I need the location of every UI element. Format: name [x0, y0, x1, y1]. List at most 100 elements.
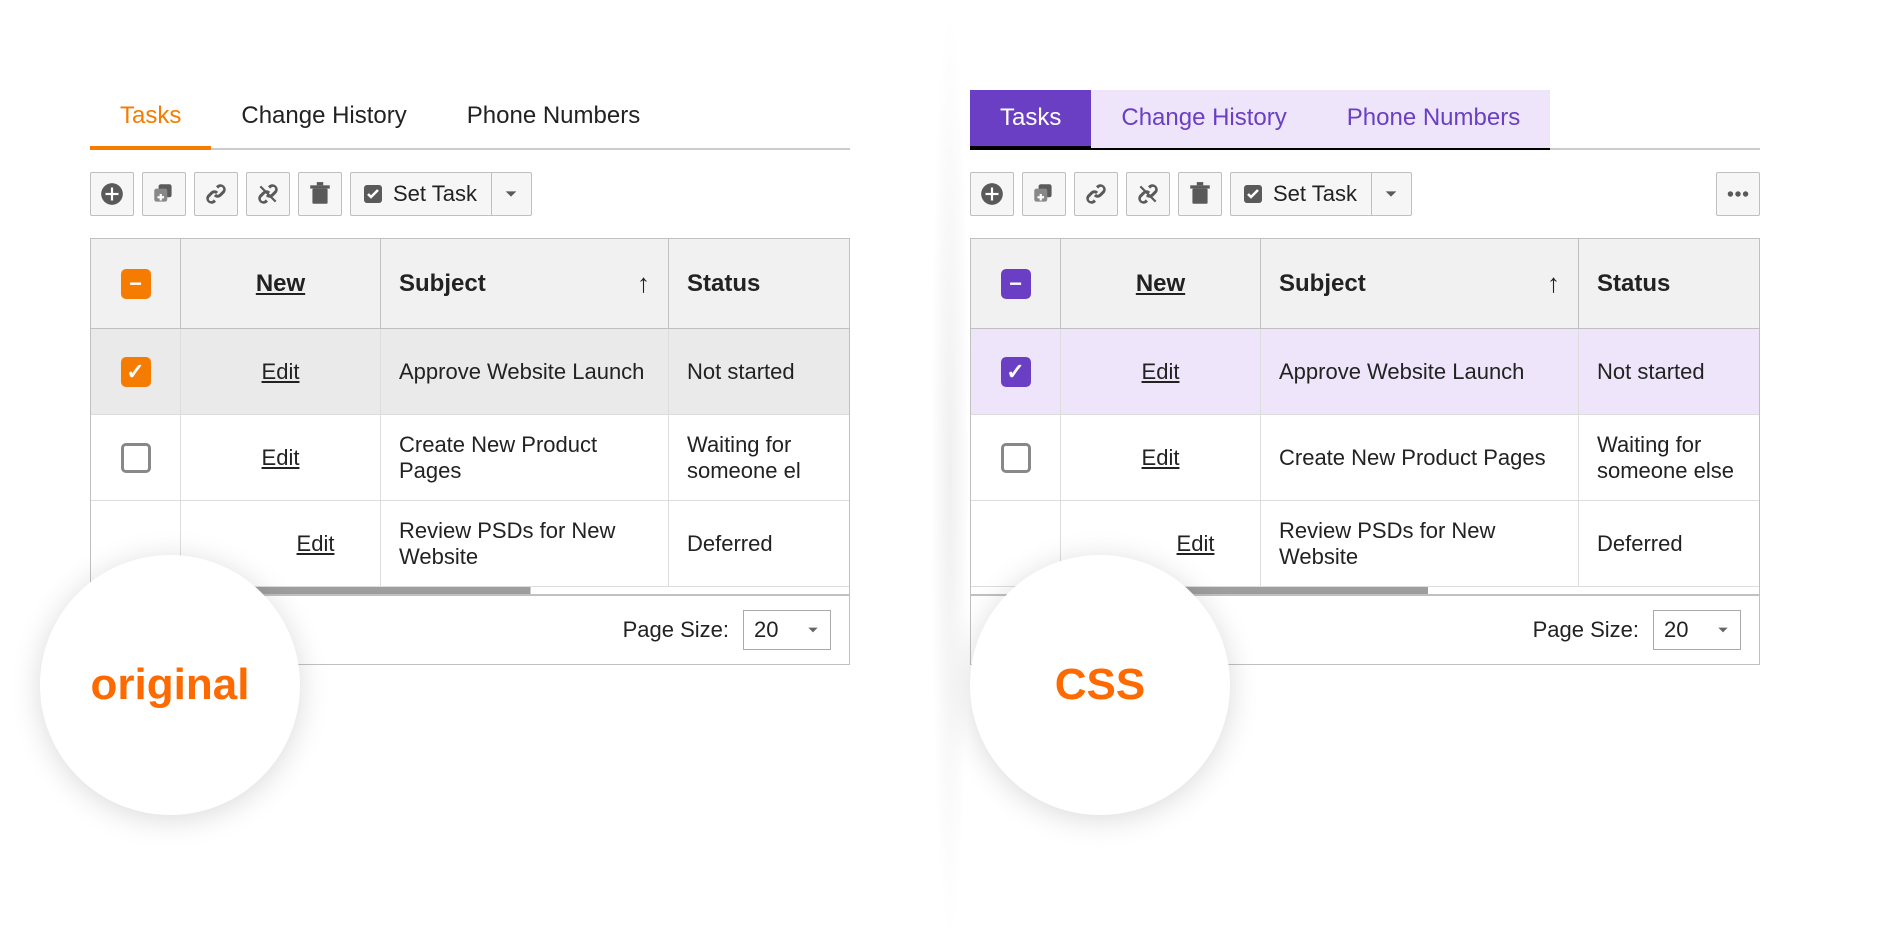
chevron-down-icon — [1383, 186, 1399, 202]
plus-circle-icon — [979, 181, 1005, 207]
set-task-button: Set Task — [1230, 172, 1412, 216]
header-action-cell[interactable]: New — [181, 239, 381, 329]
set-task-dropdown[interactable] — [491, 173, 531, 215]
unlink-icon — [255, 181, 281, 207]
edit-link[interactable]: Edit — [1142, 445, 1180, 471]
edit-link[interactable]: Edit — [297, 531, 335, 557]
delete-button[interactable] — [298, 172, 342, 216]
unlink-button[interactable] — [1126, 172, 1170, 216]
row-checkbox[interactable] — [121, 443, 151, 473]
new-link[interactable]: New — [256, 270, 305, 298]
select-all-checkbox[interactable]: − — [121, 269, 151, 299]
clone-button[interactable] — [1022, 172, 1066, 216]
header-checkbox-cell[interactable]: − — [971, 239, 1061, 329]
header-status-cell[interactable]: Status — [669, 239, 849, 329]
header-subject-cell[interactable]: Subject ↑ — [381, 239, 669, 329]
tab-label: Change History — [241, 102, 406, 129]
delete-button[interactable] — [1178, 172, 1222, 216]
tab-change-history[interactable]: Change History — [1091, 90, 1316, 150]
page-size-label: Page Size: — [1533, 617, 1639, 643]
cell-subject: Approve Website Launch — [1261, 329, 1579, 415]
tab-change-history[interactable]: Change History — [211, 90, 436, 148]
chevron-down-icon — [503, 186, 519, 202]
sort-asc-icon: ↑ — [1547, 268, 1560, 299]
table-row: ✓ Edit Approve Website Launch Not starte… — [971, 329, 1759, 415]
dots-icon — [1725, 181, 1751, 207]
check-icon: ✓ — [126, 361, 144, 383]
unlink-button[interactable] — [246, 172, 290, 216]
task-check-icon — [1241, 182, 1265, 206]
cell-subject: Review PSDs for New Website — [381, 501, 669, 587]
table-row: Edit Create New Product Pages Waiting fo… — [971, 415, 1759, 501]
page-size-select[interactable]: 20 — [1653, 610, 1741, 650]
tab-label: Change History — [1121, 104, 1286, 131]
duplicate-icon — [151, 181, 177, 207]
unlink-icon — [1135, 181, 1161, 207]
tab-bar: Tasks Change History Phone Numbers — [90, 90, 850, 150]
tab-phone-numbers[interactable]: Phone Numbers — [1317, 90, 1550, 150]
select-all-checkbox[interactable]: − — [1001, 269, 1031, 299]
cell-status: Not started — [1579, 329, 1759, 415]
cell-subject: Create New Product Pages — [1261, 415, 1579, 501]
tab-phone-numbers[interactable]: Phone Numbers — [437, 90, 670, 148]
data-grid: − New Subject ↑ Status ✓ Edit Approve We… — [970, 238, 1760, 596]
link-button[interactable] — [194, 172, 238, 216]
cell-subject: Create New Product Pages — [381, 415, 669, 501]
add-button[interactable] — [90, 172, 134, 216]
trash-icon — [1187, 181, 1213, 207]
row-checkbox[interactable]: ✓ — [1001, 357, 1031, 387]
page-size-label: Page Size: — [623, 617, 729, 643]
add-button[interactable] — [970, 172, 1014, 216]
toolbar: Set Task — [970, 172, 1760, 216]
link-icon — [1083, 181, 1109, 207]
set-task-dropdown[interactable] — [1371, 173, 1411, 215]
more-button[interactable] — [1716, 172, 1760, 216]
new-link[interactable]: New — [1136, 270, 1185, 298]
indeterminate-icon: − — [1009, 273, 1022, 295]
page-size-value: 20 — [1664, 617, 1688, 643]
link-button[interactable] — [1074, 172, 1118, 216]
edit-link[interactable]: Edit — [1177, 531, 1215, 557]
cell-status: Waiting for someone el — [669, 415, 849, 501]
cell-subject: Approve Website Launch — [381, 329, 669, 415]
set-task-main[interactable]: Set Task — [351, 173, 491, 215]
cell-status: Waiting for someone else — [1579, 415, 1759, 501]
edit-link[interactable]: Edit — [1142, 359, 1180, 385]
badge-label: CSS — [1055, 660, 1145, 710]
chevron-down-icon — [806, 623, 820, 637]
grid-header: − New Subject ↑ Status — [91, 239, 849, 329]
set-task-main[interactable]: Set Task — [1231, 173, 1371, 215]
edit-link[interactable]: Edit — [262, 359, 300, 385]
indeterminate-icon: − — [129, 273, 142, 295]
header-checkbox-cell[interactable]: − — [91, 239, 181, 329]
cell-subject: Review PSDs for New Website — [1261, 501, 1579, 587]
header-subject-cell[interactable]: Subject ↑ — [1261, 239, 1579, 329]
header-subject-label: Subject — [399, 270, 486, 298]
plus-circle-icon — [99, 181, 125, 207]
cell-status: Deferred — [1579, 501, 1759, 587]
trash-icon — [307, 181, 333, 207]
page-size-select[interactable]: 20 — [743, 610, 831, 650]
tab-label: Tasks — [120, 102, 181, 129]
toolbar: Set Task — [90, 172, 850, 216]
badge-css: CSS — [970, 555, 1230, 815]
clone-button[interactable] — [142, 172, 186, 216]
tab-tasks[interactable]: Tasks — [970, 90, 1091, 150]
header-action-cell[interactable]: New — [1061, 239, 1261, 329]
header-status-cell[interactable]: Status — [1579, 239, 1759, 329]
tab-label: Phone Numbers — [1347, 104, 1520, 131]
tab-tasks[interactable]: Tasks — [90, 90, 211, 150]
row-checkbox[interactable] — [1001, 443, 1031, 473]
sort-asc-icon: ↑ — [637, 268, 650, 299]
link-icon — [203, 181, 229, 207]
page-size-value: 20 — [754, 617, 778, 643]
edit-link[interactable]: Edit — [262, 445, 300, 471]
set-task-label: Set Task — [1273, 181, 1357, 207]
task-check-icon — [361, 182, 385, 206]
row-checkbox[interactable]: ✓ — [121, 357, 151, 387]
tab-bar: Tasks Change History Phone Numbers — [970, 90, 1760, 150]
header-status-label: Status — [687, 270, 760, 298]
set-task-button: Set Task — [350, 172, 532, 216]
chevron-down-icon — [1716, 623, 1730, 637]
header-subject-label: Subject — [1279, 270, 1366, 298]
